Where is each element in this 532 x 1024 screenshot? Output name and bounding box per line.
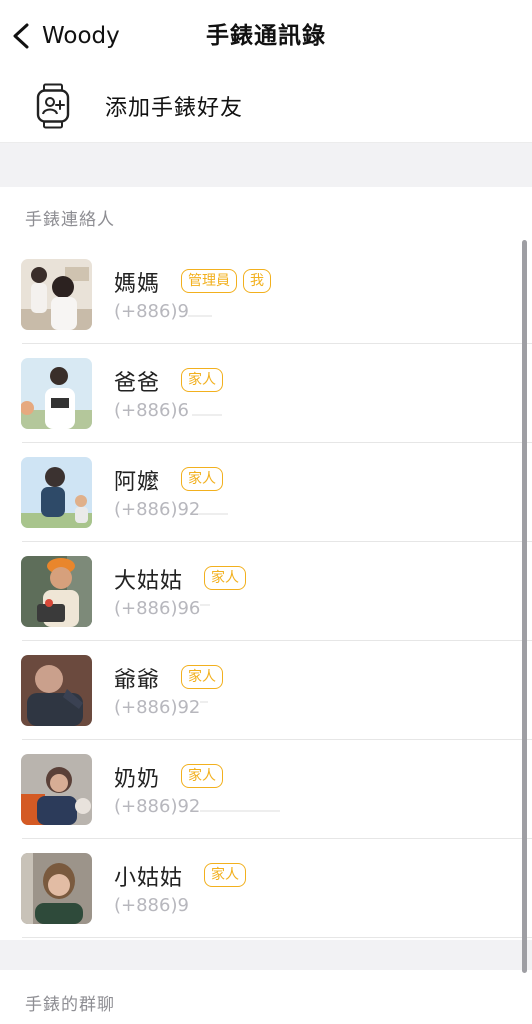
page-title: 手錶通訊錄 — [206, 23, 326, 49]
contact-row[interactable]: 小姑姑 家人 (+886)9 — [0, 839, 532, 938]
contact-name: 爺爺 — [114, 668, 161, 693]
contacts-section-title: 手錶連絡人 — [25, 210, 115, 230]
badge-group: 管理員 我 — [181, 269, 271, 293]
role-badge: 家人 — [181, 665, 223, 689]
avatar — [21, 358, 92, 429]
contact-row[interactable]: 大姑姑 家人 (+886)96 — [0, 542, 532, 641]
contact-phone: (+886)9 — [114, 895, 189, 916]
role-badge: 家人 — [204, 566, 246, 590]
section-divider — [0, 142, 532, 187]
redacted-mark — [188, 315, 212, 317]
contact-phone: (+886)6 — [114, 400, 189, 421]
role-badge: 家人 — [181, 368, 223, 392]
contact-name: 媽媽 — [114, 272, 161, 297]
watch-add-user-icon — [36, 83, 70, 129]
contact-name: 大姑姑 — [114, 569, 184, 594]
contact-row[interactable]: 爸爸 家人 (+886)6 — [0, 344, 532, 443]
role-badge: 家人 — [181, 467, 223, 491]
contact-phone: (+886)96 — [114, 598, 201, 619]
avatar — [21, 457, 92, 528]
redacted-mark — [200, 810, 280, 812]
role-badge: 家人 — [204, 863, 246, 887]
redacted-mark — [198, 513, 228, 515]
add-watch-friend-row[interactable]: 添加手錶好友 — [0, 70, 532, 142]
redacted-mark — [192, 414, 222, 416]
avatar — [21, 853, 92, 924]
contact-row[interactable]: 爺爺 家人 (+886)92 — [0, 641, 532, 740]
contact-name: 爸爸 — [114, 371, 161, 396]
contact-row[interactable]: 阿嬤 家人 (+886)92 — [0, 443, 532, 542]
role-badge: 我 — [243, 269, 271, 293]
section-divider — [0, 940, 532, 970]
redacted-mark — [200, 604, 210, 606]
avatar — [21, 655, 92, 726]
contact-row[interactable]: 奶奶 家人 (+886)92 — [0, 740, 532, 839]
contact-phone: (+886)92 — [114, 499, 201, 520]
scrollbar[interactable] — [522, 240, 527, 973]
contact-list: 媽媽 管理員 我 (+886)9 爸爸 家人 (+886)6 阿嬤 家人 (+8… — [0, 245, 532, 938]
avatar — [21, 754, 92, 825]
contact-name: 小姑姑 — [114, 866, 184, 891]
contact-name: 奶奶 — [114, 767, 161, 792]
badge-group: 家人 — [181, 368, 223, 392]
avatar — [21, 556, 92, 627]
nav-bar: Woody 手錶通訊錄 — [0, 0, 532, 70]
role-badge: 家人 — [181, 764, 223, 788]
contact-phone: (+886)9 — [114, 301, 189, 322]
badge-group: 家人 — [204, 863, 246, 887]
contact-row[interactable]: 媽媽 管理員 我 (+886)9 — [0, 245, 532, 344]
role-badge: 管理員 — [181, 269, 237, 293]
add-watch-friend-label: 添加手錶好友 — [105, 96, 244, 121]
badge-group: 家人 — [181, 467, 223, 491]
contact-phone: (+886)92 — [114, 796, 201, 817]
contact-phone: (+886)92 — [114, 697, 201, 718]
avatar — [21, 259, 92, 330]
badge-group: 家人 — [181, 665, 223, 689]
groups-section-title: 手錶的群聊 — [25, 995, 115, 1015]
redacted-mark — [200, 701, 208, 703]
badge-group: 家人 — [181, 764, 223, 788]
contact-name: 阿嬤 — [114, 470, 161, 495]
badge-group: 家人 — [204, 566, 246, 590]
